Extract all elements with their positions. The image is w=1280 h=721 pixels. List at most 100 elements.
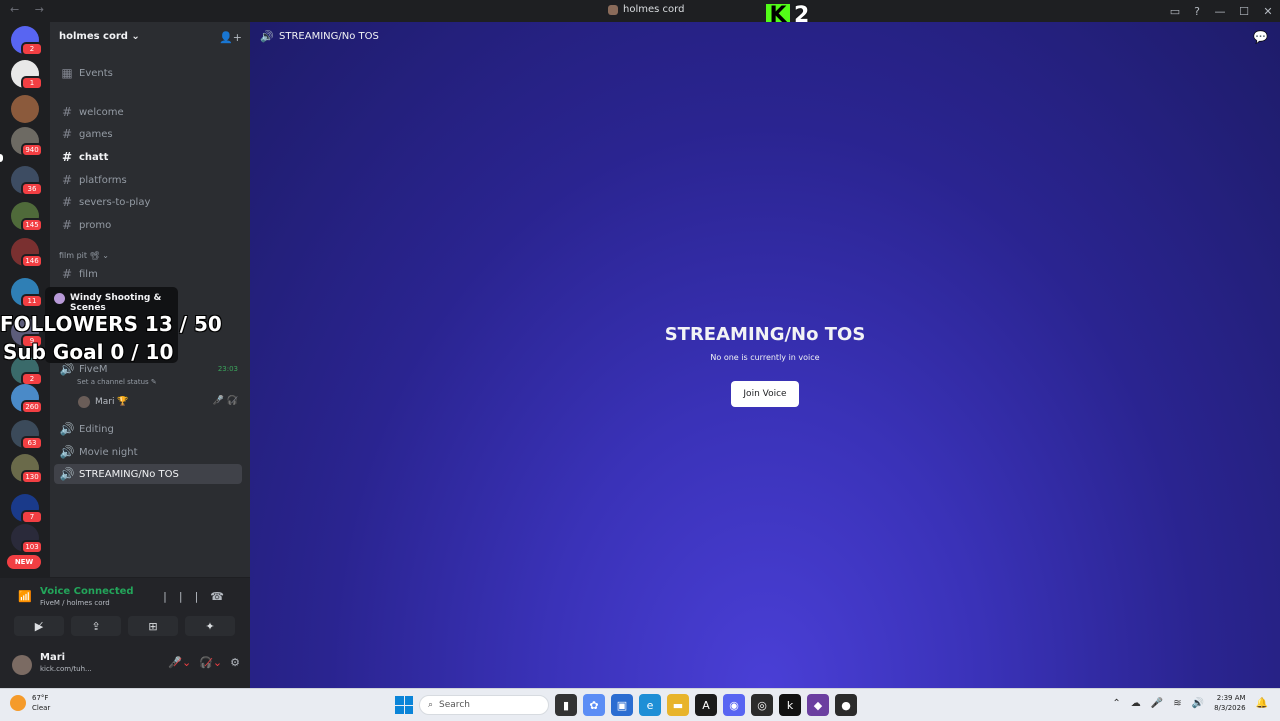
volume-icon[interactable]: 🔊	[1192, 698, 1204, 709]
help-icon[interactable]: ?	[1186, 0, 1208, 22]
server-icon[interactable]: 130	[11, 454, 43, 484]
signal-icon[interactable]: 📶	[18, 590, 32, 603]
voice-location[interactable]: FiveM / holmes cord	[40, 599, 110, 607]
voice-title: STREAMING/No TOS	[664, 324, 866, 345]
cloud-icon[interactable]: ☁	[1131, 698, 1141, 709]
soundboard-button[interactable]: ✦	[185, 616, 235, 636]
discord-icon[interactable]: ◉	[723, 694, 745, 716]
inbox-icon[interactable]: ▭	[1164, 0, 1186, 22]
server-icon[interactable]: 146	[11, 238, 43, 268]
mic-icon[interactable]: 🎤	[1151, 698, 1163, 709]
task-view-icon[interactable]: ▮	[555, 694, 577, 716]
chrome-icon[interactable]: ●	[835, 694, 857, 716]
title-bar: ← → holmes cord ▭ ? — ☐ ✕	[0, 0, 1280, 22]
chat-icon[interactable]: 💬	[1253, 30, 1268, 44]
search-input[interactable]: ⌕ Search	[419, 695, 549, 715]
screen-share-button[interactable]: ⇪	[71, 616, 121, 636]
channel-label: chatt	[79, 151, 109, 163]
activities-button[interactable]: ⊞	[128, 616, 178, 636]
user-controls: 🎤̸⌄ 🎧̸⌄ ⚙	[168, 656, 240, 669]
window-title: holmes cord	[608, 4, 684, 15]
user-panel: Mari kick.com/tuh... 🎤̸⌄ 🎧̸⌄ ⚙	[0, 641, 250, 688]
channel-streaming[interactable]: 🔊 STREAMING/No TOS	[54, 464, 242, 484]
camera-button[interactable]: ▶̸	[14, 616, 64, 636]
server-name[interactable]: holmes cord ⌄	[59, 31, 140, 42]
server-icon[interactable]: 145	[11, 202, 43, 232]
unread-badge: 36	[21, 182, 43, 196]
channel-status[interactable]: Set a channel status ✎	[77, 378, 157, 386]
server-icon[interactable]: 260	[11, 384, 43, 414]
channel-label: games	[79, 128, 113, 140]
server-icon[interactable]	[11, 95, 39, 123]
kick-icon[interactable]: k	[779, 694, 801, 716]
system-tray: ⌃ ☁ 🎤 ≋ 🔊 2:39 AM 8/3/2026 🔔	[1112, 693, 1268, 713]
server-icon[interactable]: 940	[11, 127, 43, 157]
channel-chatt[interactable]: # chatt	[54, 147, 242, 167]
time: 2:39 AM	[1216, 694, 1246, 702]
voice-status[interactable]: Voice Connected	[40, 586, 134, 597]
close-button[interactable]: ✕	[1256, 0, 1280, 22]
channel-movie-night[interactable]: 🔊 Movie night	[54, 442, 242, 462]
wifi-icon[interactable]: ≋	[1173, 698, 1181, 709]
app-icon[interactable]: ◆	[807, 694, 829, 716]
user-status[interactable]: kick.com/tuh...	[40, 665, 92, 673]
channel-film[interactable]: # film	[54, 264, 242, 284]
clock[interactable]: 2:39 AM 8/3/2026	[1214, 693, 1245, 713]
obs-icon[interactable]: ◎	[751, 694, 773, 716]
store-icon[interactable]: ▣	[611, 694, 633, 716]
channel-title: STREAMING/No TOS	[279, 31, 379, 42]
channel-label: Editing	[79, 423, 114, 435]
channel-label: FiveM	[79, 363, 108, 375]
discord-home-icon[interactable]: 2	[11, 26, 43, 56]
server-icon[interactable]: 11	[11, 278, 43, 308]
maximize-button[interactable]: ☐	[1232, 0, 1256, 22]
minimize-button[interactable]: —	[1208, 0, 1232, 22]
file-explorer-icon[interactable]: ▬	[667, 694, 689, 716]
server-icon[interactable]: 1	[11, 60, 43, 90]
channel-welcome[interactable]: # welcome	[54, 102, 242, 122]
headphones-muted-icon[interactable]: 🎧̸⌄	[199, 656, 222, 669]
voice-controls: |||☎	[163, 590, 236, 603]
notification-icon[interactable]: 🔔	[1256, 698, 1268, 709]
channel-events[interactable]: ▦ Events	[54, 63, 242, 83]
channel-label: promo	[79, 219, 112, 231]
server-icon[interactable]: 36	[11, 166, 43, 196]
window-title-text: holmes cord	[623, 4, 685, 15]
channel-promo[interactable]: # promo	[54, 215, 242, 235]
terminal-icon[interactable]: A	[695, 694, 717, 716]
window-controls: ▭ ? — ☐ ✕	[1164, 0, 1280, 22]
history-nav[interactable]: ← →	[10, 3, 50, 16]
hash-icon: #	[61, 105, 73, 119]
start-icon[interactable]	[395, 696, 413, 714]
activities-icon: ⊞	[148, 619, 158, 633]
copilot-icon[interactable]: ✿	[583, 694, 605, 716]
user-name[interactable]: Mari	[40, 652, 65, 663]
channel-editing[interactable]: 🔊 Editing	[54, 419, 242, 439]
weather-widget[interactable]: 67°F Clear	[10, 693, 50, 713]
server-icon[interactable]: 103	[11, 524, 43, 554]
invite-icon[interactable]: 👤+	[219, 31, 242, 44]
gear-icon[interactable]: ⚙	[230, 656, 240, 669]
channel-games[interactable]: # games	[54, 124, 242, 144]
edge-icon[interactable]: e	[639, 694, 661, 716]
channel-platforms[interactable]: # platforms	[54, 170, 242, 190]
server-header[interactable]: holmes cord ⌄ 👤+	[50, 22, 250, 54]
category-film-pit[interactable]: film pit 📽 ⌄	[59, 251, 109, 260]
screen-share-icon: ⇪	[91, 619, 101, 633]
server-icon[interactable]: 63	[11, 420, 43, 450]
unread-badge: 63	[21, 436, 43, 450]
mic-muted-icon[interactable]: 🎤̸⌄	[168, 656, 191, 669]
disconnect-icon[interactable]: ☎	[210, 590, 236, 603]
noise-suppression-icon[interactable]: |||	[163, 590, 210, 603]
chevron-up-icon[interactable]: ⌃	[1112, 698, 1120, 709]
voice-user-name: Mari 🏆	[95, 397, 129, 407]
join-voice-button[interactable]: Join Voice	[731, 381, 799, 407]
hash-icon: #	[61, 267, 73, 281]
voice-user[interactable]: Mari 🏆	[78, 394, 129, 410]
channel-severs-to-play[interactable]: # severs-to-play	[54, 192, 242, 212]
channel-label: Movie night	[79, 446, 138, 458]
hash-icon: #	[61, 173, 73, 187]
avatar[interactable]	[12, 655, 32, 675]
channel-label: severs-to-play	[79, 196, 151, 208]
server-icon[interactable]: 7	[11, 494, 43, 524]
